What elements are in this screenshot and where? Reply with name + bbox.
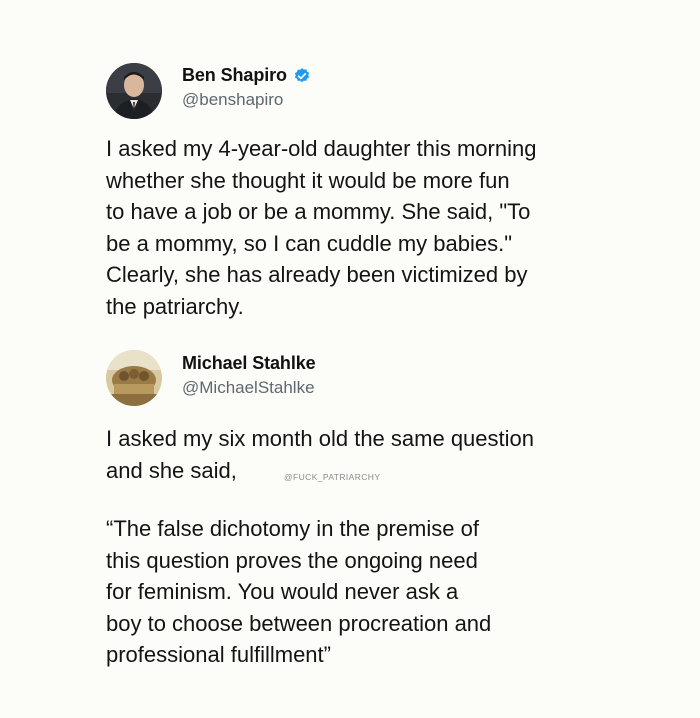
- tweet-line: I asked my six month old the same questi…: [106, 426, 534, 451]
- tweet-line: whether she thought it would be more fun: [106, 167, 510, 193]
- tweet-line: Clearly, she has already been victimized…: [106, 262, 528, 287]
- avatar-ben-shapiro[interactable]: [106, 63, 162, 119]
- verified-badge-icon: [293, 67, 311, 85]
- name-row: Michael Stahlke: [182, 353, 316, 374]
- tweet-line: the patriarchy.: [106, 293, 244, 319]
- tweet-line: professional fulfillment”: [106, 642, 331, 667]
- tweet-line: for feminism. You would never ask a: [106, 579, 459, 604]
- tweet-line: be a mommy, so I can cuddle my babies.": [106, 230, 513, 256]
- name-row: Ben Shapiro: [182, 65, 311, 86]
- tweet-line: to have a job or be a mommy. She said, "…: [106, 199, 531, 224]
- tweet-line: I asked my 4-year-old daughter this morn…: [106, 136, 537, 161]
- tweet-body: I asked my 4-year-old daughter this morn…: [106, 133, 536, 322]
- tweet-line: this question proves the ongoing need: [106, 547, 478, 573]
- display-name[interactable]: Ben Shapiro: [182, 65, 287, 86]
- watermark: @FUCK_PATRIARCHY: [284, 472, 381, 482]
- handle[interactable]: @benshapiro: [182, 90, 283, 110]
- tweet-line: “The false dichotomy in the premise of: [106, 516, 479, 541]
- avatar-michael-stahlke[interactable]: [106, 350, 162, 406]
- tweet-body-part2: “The false dichotomy in the premise of t…: [106, 513, 491, 671]
- tweet-line: boy to choose between procreation and: [106, 610, 492, 636]
- display-name[interactable]: Michael Stahlke: [182, 353, 316, 374]
- handle[interactable]: @MichaelStahlke: [182, 378, 315, 398]
